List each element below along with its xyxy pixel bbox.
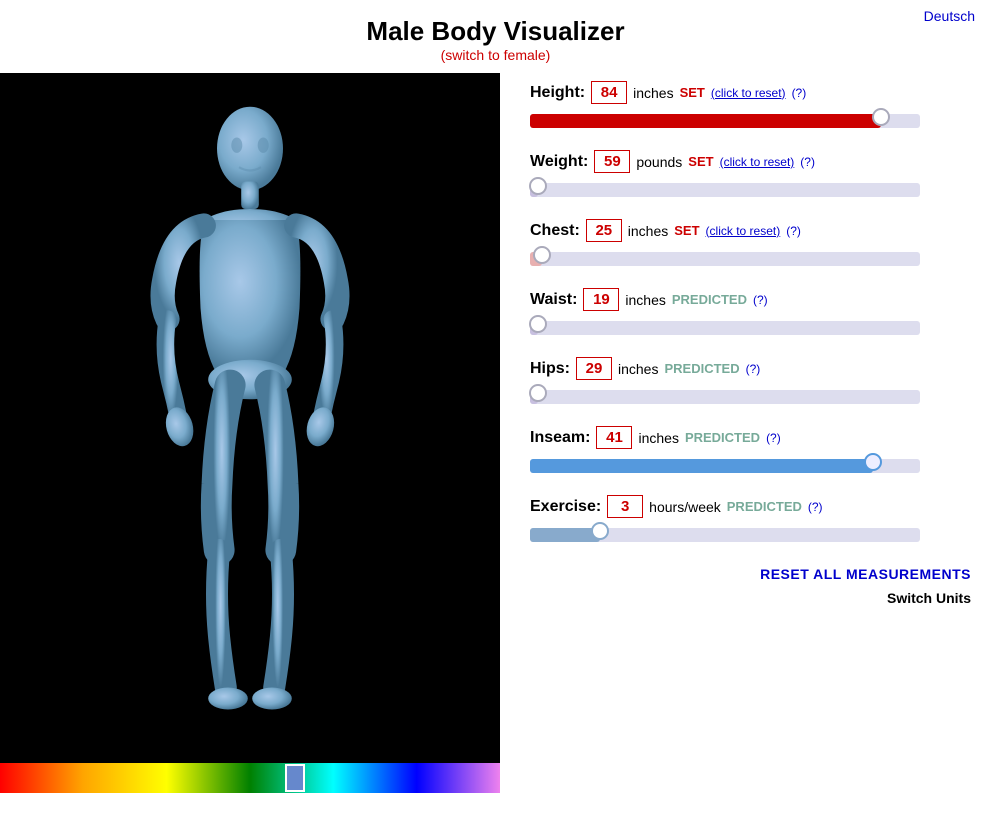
inseam-help-link[interactable]: (?)	[766, 431, 781, 445]
inseam-slider-fill	[530, 459, 873, 473]
chest-unit: inches	[628, 223, 668, 239]
exercise-unit: hours/week	[649, 499, 721, 515]
waist-label: Waist:	[530, 291, 577, 309]
inseam-slider-thumb[interactable]	[864, 453, 882, 471]
height-label: Height:	[530, 84, 585, 102]
weight-slider-thumb[interactable]	[529, 177, 547, 195]
exercise-status: PREDICTED	[727, 499, 802, 514]
waist-help-link[interactable]: (?)	[753, 293, 768, 307]
inseam-value[interactable]: 41	[596, 426, 632, 449]
waist-unit: inches	[625, 292, 665, 308]
weight-reset-link[interactable]: (click to reset)	[720, 155, 795, 169]
color-bar-thumb[interactable]	[285, 764, 305, 792]
inseam-unit: inches	[638, 430, 678, 446]
exercise-slider-fill	[530, 528, 600, 542]
chest-label: Chest:	[530, 222, 580, 240]
inseam-slider[interactable]	[530, 455, 920, 477]
height-slider-thumb[interactable]	[872, 108, 890, 126]
waist-slider[interactable]	[530, 317, 920, 339]
chest-slider[interactable]	[530, 248, 920, 270]
reset-all-button[interactable]: RESET ALL MEASUREMENTS	[760, 566, 971, 582]
hips-unit: inches	[618, 361, 658, 377]
hips-value[interactable]: 29	[576, 357, 612, 380]
bottom-buttons: RESET ALL MEASUREMENTS Switch Units	[530, 566, 971, 606]
exercise-slider-track	[530, 528, 920, 542]
switch-units-button[interactable]: Switch Units	[887, 590, 971, 606]
chest-reset-link[interactable]: (click to reset)	[706, 224, 781, 238]
measurement-inseam: Inseam: 41 inches PREDICTED (?)	[530, 426, 971, 477]
chest-slider-thumb[interactable]	[533, 246, 551, 264]
height-slider[interactable]	[530, 110, 920, 132]
controls-panel: Height: 84 inches SET (click to reset) (…	[500, 73, 991, 614]
height-status: SET	[680, 85, 705, 100]
chest-value[interactable]: 25	[586, 219, 622, 242]
color-bar	[0, 763, 500, 793]
exercise-slider[interactable]	[530, 524, 920, 546]
hips-slider-thumb[interactable]	[529, 384, 547, 402]
language-link[interactable]: Deutsch	[924, 8, 975, 24]
waist-slider-thumb[interactable]	[529, 315, 547, 333]
switch-gender-link[interactable]: (switch to female)	[441, 47, 551, 63]
height-unit: inches	[633, 85, 673, 101]
waist-status: PREDICTED	[672, 292, 747, 307]
weight-unit: pounds	[636, 154, 682, 170]
measurement-hips: Hips: 29 inches PREDICTED (?)	[530, 357, 971, 408]
hips-label: Hips:	[530, 360, 570, 378]
measurement-height: Height: 84 inches SET (click to reset) (…	[530, 81, 971, 132]
waist-slider-track	[530, 321, 920, 335]
page-title-section: Male Body Visualizer (switch to female)	[0, 0, 991, 65]
main-content: Height: 84 inches SET (click to reset) (…	[0, 73, 991, 793]
inseam-status: PREDICTED	[685, 430, 760, 445]
waist-value[interactable]: 19	[583, 288, 619, 311]
hips-help-link[interactable]: (?)	[746, 362, 761, 376]
page-title: Male Body Visualizer	[0, 16, 991, 47]
height-value[interactable]: 84	[591, 81, 627, 104]
measurement-exercise: Exercise: 3 hours/week PREDICTED (?)	[530, 495, 971, 546]
hips-slider-track	[530, 390, 920, 404]
body-svg	[100, 88, 400, 748]
height-slider-track	[530, 114, 920, 128]
body-visualizer	[0, 73, 500, 793]
weight-slider[interactable]	[530, 179, 920, 201]
body-figure	[0, 73, 500, 763]
height-reset-link[interactable]: (click to reset)	[711, 86, 786, 100]
weight-help-link[interactable]: (?)	[800, 155, 815, 169]
inseam-slider-track	[530, 459, 920, 473]
height-help-link[interactable]: (?)	[792, 86, 807, 100]
measurement-waist: Waist: 19 inches PREDICTED (?)	[530, 288, 971, 339]
hips-slider[interactable]	[530, 386, 920, 408]
inseam-label: Inseam:	[530, 429, 590, 447]
measurement-weight: Weight: 59 pounds SET (click to reset) (…	[530, 150, 971, 201]
exercise-slider-thumb[interactable]	[591, 522, 609, 540]
exercise-help-link[interactable]: (?)	[808, 500, 823, 514]
chest-status: SET	[674, 223, 699, 238]
measurement-chest: Chest: 25 inches SET (click to reset) (?…	[530, 219, 971, 270]
weight-slider-track	[530, 183, 920, 197]
weight-value[interactable]: 59	[594, 150, 630, 173]
exercise-value[interactable]: 3	[607, 495, 643, 518]
height-slider-fill	[530, 114, 881, 128]
weight-status: SET	[688, 154, 713, 169]
hips-status: PREDICTED	[664, 361, 739, 376]
chest-slider-track	[530, 252, 920, 266]
weight-label: Weight:	[530, 153, 588, 171]
chest-help-link[interactable]: (?)	[786, 224, 801, 238]
exercise-label: Exercise:	[530, 498, 601, 516]
